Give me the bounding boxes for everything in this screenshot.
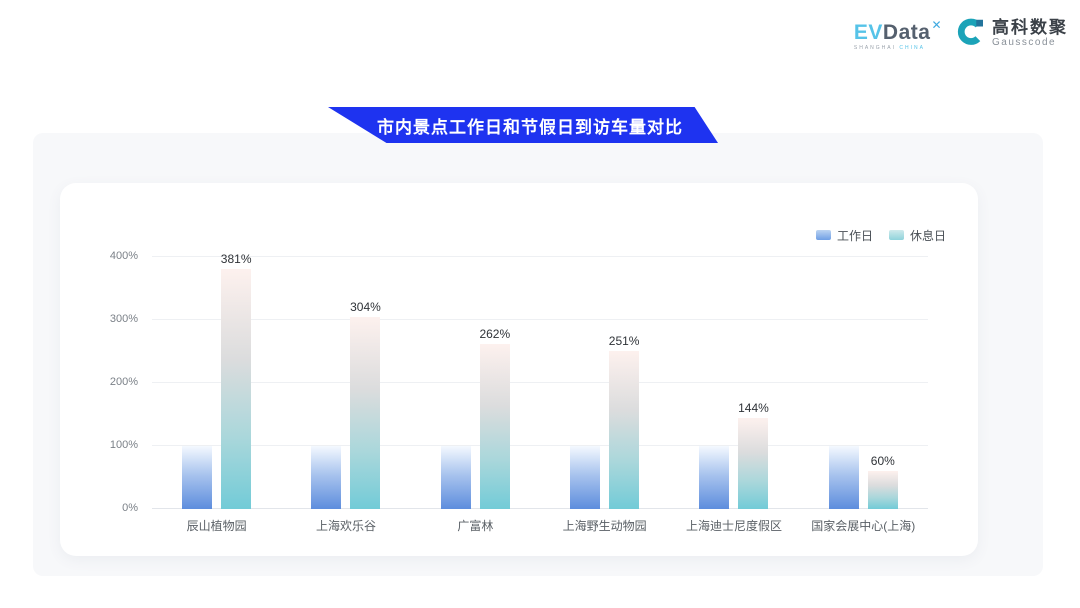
page-title: 市内景点工作日和节假日到访车量对比 [363, 113, 683, 138]
bar-slot [570, 257, 600, 509]
bar-slot [311, 257, 341, 509]
bar-slot: 262% [480, 257, 510, 509]
legend-item-1[interactable]: 休息日 [889, 227, 946, 243]
bar-slot [699, 257, 729, 509]
y-tick-label: 100% [110, 439, 138, 451]
bar-slot: 144% [738, 257, 768, 509]
bar-slot [829, 257, 859, 509]
evdata-x-icon: ✕ [931, 18, 942, 32]
bar-group: 251% [540, 257, 669, 509]
value-label: 381% [221, 252, 252, 266]
evdata-logo: EVData✕ SHANGHAI CHINA [854, 17, 942, 51]
bar-slot [182, 257, 212, 509]
y-tick-label: 400% [110, 250, 138, 262]
content-panel: 工作日 休息日 0% 100% 200% 300% 400% 381% 304% 262% 25… [33, 133, 1043, 576]
bar-workday[interactable] [699, 446, 729, 509]
bar-group: 60% [799, 257, 928, 509]
value-label: 144% [738, 401, 769, 415]
y-axis: 0%100%200%300%400% [94, 257, 138, 509]
evdata-wordmark: EVData✕ [854, 19, 942, 43]
value-label: 251% [609, 334, 640, 348]
bar-slot: 251% [609, 257, 639, 509]
category-label: 上海欢乐谷 [281, 517, 410, 534]
bar-chart: 0%100%200%300%400% 381%304%262%251%144%6… [94, 257, 950, 534]
chart-card: 工作日 休息日 0% 100% 200% 300% 400% 381% 304% 262% 25… [60, 183, 978, 556]
bar-slot: 60% [868, 257, 898, 509]
category-label: 上海迪士尼度假区 [669, 517, 798, 534]
legend-swatch-icon [889, 230, 904, 240]
bar-restday[interactable] [350, 317, 380, 509]
y-tick-label: 0% [122, 502, 138, 514]
plot-area: 381% 304% 262% 251% 144% 60% [152, 257, 928, 509]
category-label: 广富林 [411, 517, 540, 534]
chart-title-banner: 市内景点工作日和节假日到访车量对比 [328, 107, 718, 143]
bar-workday[interactable] [182, 446, 212, 509]
evdata-data-text: Data [883, 21, 931, 44]
bar-workday[interactable] [441, 446, 471, 509]
bar-group: 304% [281, 257, 410, 509]
bar-slot [441, 257, 471, 509]
bar-restday[interactable] [221, 269, 251, 509]
bar-workday[interactable] [829, 446, 859, 509]
bar-slot: 381% [221, 257, 251, 509]
legend-item-0[interactable]: 工作日 [816, 227, 873, 243]
category-label: 上海野生动物园 [540, 517, 669, 534]
value-label: 304% [350, 300, 381, 314]
bar-slot: 304% [350, 257, 380, 509]
legend-swatch-icon [816, 230, 831, 240]
bar-workday[interactable] [570, 446, 600, 509]
page-header: EVData✕ SHANGHAI CHINA 高科数聚 Gausscode [854, 16, 1068, 51]
x-axis: 辰山植物园上海欢乐谷广富林上海野生动物园上海迪士尼度假区国家会展中心(上海) [152, 517, 928, 534]
legend-label: 休息日 [910, 227, 946, 244]
bar-groups: 381% 304% 262% 251% 144% 60% [152, 257, 928, 509]
evdata-ev-text: EV [854, 21, 883, 44]
bar-group: 262% [411, 257, 540, 509]
bar-restday[interactable] [480, 344, 510, 509]
gausscode-cn-text: 高科数聚 [992, 19, 1068, 36]
bar-restday[interactable] [868, 471, 898, 509]
bar-restday[interactable] [609, 351, 639, 509]
gausscode-logo: 高科数聚 Gausscode [956, 16, 1068, 51]
gausscode-g-icon [956, 16, 986, 51]
value-label: 262% [479, 327, 510, 341]
bar-group: 144% [669, 257, 798, 509]
legend-label: 工作日 [837, 227, 873, 244]
category-label: 辰山植物园 [152, 517, 281, 534]
y-tick-label: 300% [110, 313, 138, 325]
category-label: 国家会展中心(上海) [799, 517, 928, 534]
bar-restday[interactable] [738, 418, 768, 509]
y-tick-label: 200% [110, 376, 138, 388]
evdata-tagline: SHANGHAI CHINA [854, 46, 942, 51]
value-label: 60% [871, 454, 895, 468]
bar-group: 381% [152, 257, 281, 509]
chart-legend: 工作日 休息日 [94, 227, 946, 243]
gausscode-en-text: Gausscode [992, 38, 1068, 48]
bar-workday[interactable] [311, 446, 341, 509]
